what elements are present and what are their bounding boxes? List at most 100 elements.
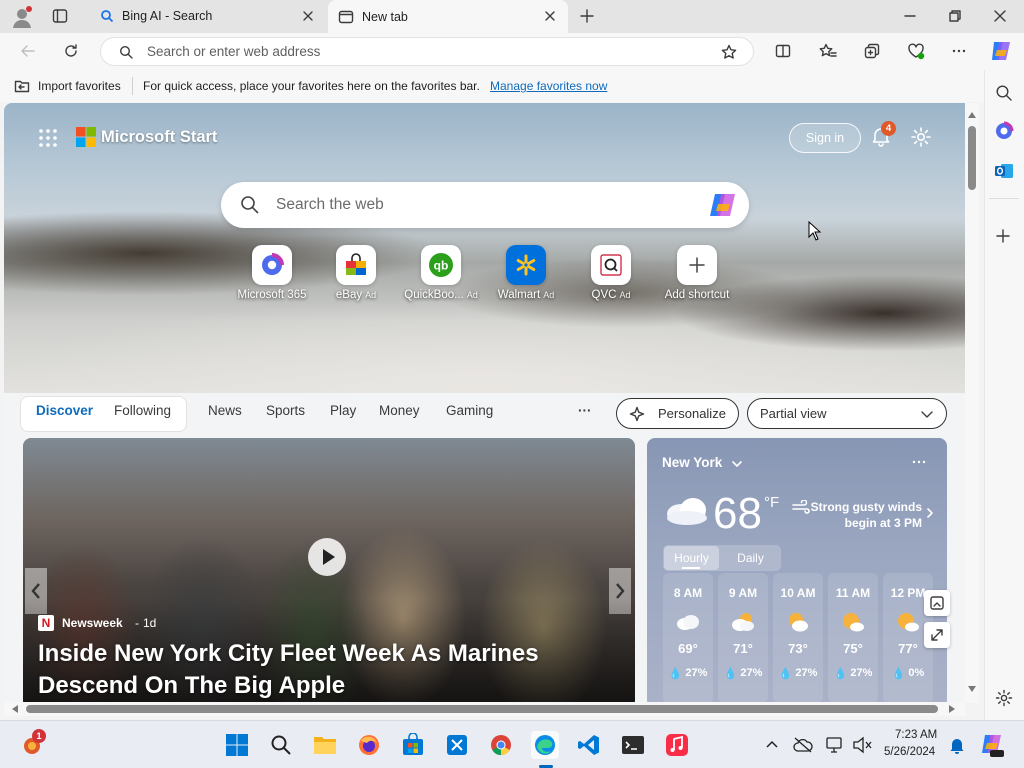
search-icon [240,195,260,215]
quick-link-ebay[interactable]: eBay Ad [311,245,401,301]
clock-date[interactable]: 5/26/2024 [884,746,935,758]
snipping-tool-icon[interactable] [443,731,471,759]
close-tab-icon[interactable] [542,8,558,24]
chevron-right-icon[interactable] [924,507,936,519]
volume-muted-icon[interactable] [850,731,874,759]
view-mode-select[interactable]: Partial view [747,398,947,429]
hour-forecast: 9 AM 71° 💧 27% [718,573,768,703]
horizontal-scrollbar[interactable] [4,702,965,716]
weather-alert[interactable]: Strong gusty winds begin at 3 PM [807,499,922,531]
close-tab-icon[interactable] [300,8,316,24]
split-screen-icon[interactable] [775,43,791,59]
hour-time: 9 AM [728,586,758,600]
tab-news[interactable]: News [208,403,242,418]
quick-link-qvc[interactable]: QVC Ad [566,245,656,301]
terminal-icon[interactable] [619,731,647,759]
tab-gaming[interactable]: Gaming [446,403,493,418]
manage-favorites-link[interactable]: Manage favorites now [490,79,607,93]
tab-money[interactable]: Money [379,403,420,418]
quick-link-microsoft-365[interactable]: Microsoft 365 [227,245,317,301]
weather-location[interactable]: New York [662,455,722,470]
hour-temp: 69° [678,641,698,656]
import-favorites-link[interactable]: Import favorites [38,79,121,93]
tab-discover[interactable]: Discover [36,403,93,418]
quick-link-quickbooks[interactable]: qb QuickBoo... Ad [396,245,486,301]
expand-icon[interactable] [924,622,950,648]
outlook-icon[interactable] [994,161,1014,181]
new-tab-plus-icon[interactable] [579,8,595,24]
cloudy-icon [675,612,701,632]
hour-precip: 27% [685,667,708,679]
file-explorer-icon[interactable] [311,731,339,759]
apple-music-icon[interactable] [663,731,691,759]
tab-following[interactable]: Following [114,403,171,418]
edge-icon[interactable] [531,731,559,759]
tab-actions-icon[interactable] [52,8,68,24]
taskbar-search-icon[interactable] [267,731,295,759]
profile-icon[interactable] [10,5,34,29]
scroll-right-arrow-icon[interactable] [949,705,955,713]
hourly-underline [682,567,700,569]
firefox-icon[interactable] [355,731,383,759]
vertical-scroll-thumb[interactable] [968,126,976,190]
address-bar[interactable]: Search or enter web address [100,37,754,66]
copilot-preview-icon[interactable] [978,731,1006,759]
quick-link-walmart[interactable]: Walmart Ad [481,245,571,301]
copilot-search-icon[interactable] [708,191,738,219]
start-windows-icon[interactable] [223,731,251,759]
vs-code-icon[interactable] [575,731,603,759]
copilot-icon[interactable] [988,38,1014,64]
network-icon[interactable] [823,731,847,759]
qvc-icon [591,245,631,285]
quick-link-label: Add shortcut [664,289,730,301]
clock-time[interactable]: 7:23 AM [895,729,937,741]
temperature-unit[interactable]: °F [764,494,779,511]
minimize-icon[interactable] [902,8,918,24]
add-shortcut-button[interactable]: Add shortcut [652,245,742,301]
favorites-icon[interactable] [819,43,837,59]
news-source[interactable]: Newsweek [62,616,123,630]
restore-icon[interactable] [947,8,963,24]
tab-play[interactable]: Play [330,403,356,418]
news-headline[interactable]: Inside New York City Fleet Week As Marin… [38,638,628,702]
close-window-icon[interactable] [992,8,1008,24]
personalize-button[interactable]: Personalize [616,398,739,429]
add-sidebar-app-icon[interactable] [995,228,1011,244]
page-settings-gear-icon[interactable] [910,126,932,148]
collections-icon[interactable] [864,43,880,59]
microsoft-365-icon[interactable] [994,121,1014,141]
chrome-icon[interactable] [487,731,515,759]
play-video-icon[interactable] [308,538,346,576]
weather-more-icon[interactable] [909,454,929,470]
browser-essentials-icon[interactable] [907,42,925,60]
tab-daily[interactable]: Daily [723,546,778,570]
sign-in-button[interactable]: Sign in [789,123,861,153]
notification-bell-icon[interactable] [945,731,969,759]
cloud-offline-icon[interactable] [791,731,815,759]
weather-card[interactable]: New York 68 °F Strong gusty winds begin … [647,438,947,703]
featured-news-card[interactable]: N Newsweek 1d - Inside New York City Fle… [23,438,635,703]
web-search-box[interactable]: Search the web [221,182,749,228]
back-arrow-icon[interactable] [20,43,36,59]
tab-new-tab[interactable]: New tab [328,0,568,34]
app-launcher-icon[interactable] [38,128,58,148]
notification-count-badge: 4 [881,121,896,136]
sidebar-search-icon[interactable] [995,84,1013,102]
scroll-left-arrow-icon[interactable] [12,705,18,713]
horizontal-scroll-thumb[interactable] [26,705,938,713]
open-image-icon[interactable] [924,590,950,616]
tab-sports[interactable]: Sports [266,403,305,418]
refresh-icon[interactable] [63,43,79,59]
sidebar-settings-icon[interactable] [995,689,1013,707]
scroll-up-arrow-icon[interactable] [968,112,976,118]
more-options-icon[interactable] [951,43,967,59]
show-hidden-icons-icon[interactable] [760,731,784,759]
more-tabs-button[interactable]: ··· [578,403,592,418]
chevron-down-icon[interactable] [731,458,743,470]
vertical-scrollbar[interactable] [965,103,979,703]
tab-bing-ai-search[interactable]: Bing AI - Search [88,0,326,32]
favorite-star-icon[interactable] [721,44,737,60]
import-favorites-icon[interactable] [14,78,30,94]
microsoft-store-icon[interactable] [399,731,427,759]
scroll-down-arrow-icon[interactable] [968,686,976,692]
